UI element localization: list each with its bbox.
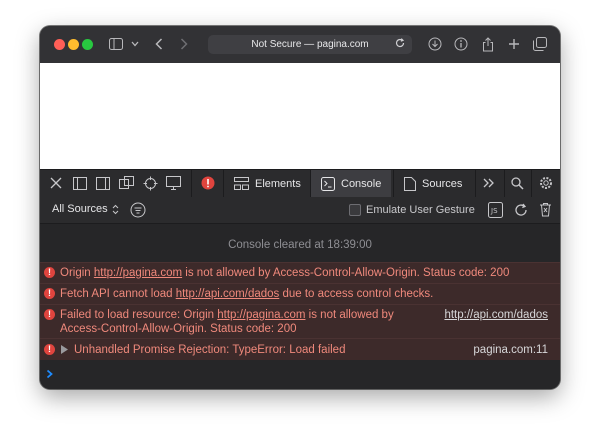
tab-elements-label: Elements (255, 177, 301, 190)
sources-filter-label: All Sources (52, 203, 108, 215)
forward-icon[interactable] (177, 35, 191, 53)
javascript-icon[interactable]: JS (488, 202, 503, 223)
console-error-row[interactable]: ! Failed to load resource: Origin http:/… (40, 304, 560, 338)
browser-toolbar: Not Secure — pagina.com (40, 26, 560, 63)
tab-console-label: Console (341, 177, 382, 190)
error-count-icon[interactable] (200, 174, 216, 192)
sources-icon (404, 176, 416, 191)
close-devtools-icon[interactable] (48, 174, 64, 192)
console-output: Console cleared at 18:39:00 ! Origin htt… (40, 224, 560, 389)
emulate-checkbox[interactable] (349, 204, 361, 216)
new-tab-icon[interactable] (506, 35, 522, 53)
updown-chevron-icon (112, 204, 118, 214)
console-message-text: Fetch API cannot load http://api.com/dad… (60, 288, 434, 300)
info-icon[interactable] (453, 35, 469, 53)
more-tabs-icon[interactable] (481, 174, 497, 192)
console-message-text: Failed to load resource: Origin http://p… (60, 309, 394, 335)
minimize-window-button[interactable] (68, 39, 79, 50)
trash-icon[interactable] (539, 202, 552, 222)
error-icon: ! (44, 344, 55, 355)
console-error-row[interactable]: ! Unhandled Promise Rejection: TypeError… (40, 338, 560, 360)
address-text: Not Secure — pagina.com (251, 39, 369, 50)
console-source-link[interactable]: http://api.com/dados (444, 308, 548, 322)
sidebar-icon[interactable] (108, 35, 124, 53)
console-subbar: All Sources Emulate User Gesture JS (40, 197, 560, 224)
console-message-text: Origin http://pagina.com is not allowed … (60, 267, 510, 279)
tab-overview-icon[interactable] (532, 35, 548, 53)
console-icon (321, 176, 335, 191)
tab-console[interactable]: Console (311, 170, 392, 197)
console-link[interactable]: http://pagina.com (217, 309, 305, 321)
console-source-location[interactable]: pagina.com:11 (473, 343, 548, 357)
console-prompt[interactable] (46, 368, 54, 382)
console-message-text: Unhandled Promise Rejection: TypeError: … (74, 344, 346, 356)
console-link[interactable]: http://pagina.com (94, 267, 182, 279)
tab-sources[interactable]: Sources (394, 170, 472, 197)
close-window-button[interactable] (54, 39, 65, 50)
dock-left-icon[interactable] (72, 174, 88, 192)
chevron-down-icon[interactable] (130, 35, 140, 53)
search-icon[interactable] (509, 174, 525, 192)
share-icon[interactable] (480, 35, 496, 53)
tab-elements[interactable]: Elements (224, 170, 311, 197)
address-bar[interactable]: Not Secure — pagina.com (208, 35, 412, 54)
console-error-row[interactable]: ! Fetch API cannot load http://api.com/d… (40, 283, 560, 304)
dock-right-icon[interactable] (95, 174, 111, 192)
disclosure-triangle-icon[interactable] (61, 344, 68, 358)
undock-icon[interactable] (118, 174, 134, 192)
reload-icon[interactable] (394, 37, 406, 52)
elements-icon (234, 177, 249, 190)
emulate-label: Emulate User Gesture (366, 204, 475, 216)
prompt-chevron-icon (46, 369, 53, 379)
svg-text:JS: JS (490, 207, 498, 215)
emulate-user-gesture-toggle[interactable]: Emulate User Gesture (349, 204, 475, 216)
back-icon[interactable] (152, 35, 166, 53)
filter-icon[interactable] (130, 202, 146, 223)
devtools-tabbar: Elements Console Sources (40, 169, 560, 198)
downloads-icon[interactable] (427, 35, 443, 53)
sources-filter-select[interactable]: All Sources (52, 203, 119, 215)
error-icon: ! (44, 309, 55, 320)
zoom-window-button[interactable] (82, 39, 93, 50)
refresh-icon[interactable] (513, 202, 529, 223)
console-error-row[interactable]: ! Origin http://pagina.com is not allowe… (40, 262, 560, 283)
error-icon: ! (44, 288, 55, 299)
crosshair-icon[interactable] (142, 174, 158, 192)
tab-sources-label: Sources (422, 177, 463, 190)
browser-window: Not Secure — pagina.com Elements Console… (40, 26, 560, 389)
console-link[interactable]: http://api.com/dados (176, 288, 280, 300)
console-cleared-message: Console cleared at 18:39:00 (228, 239, 372, 251)
error-icon: ! (44, 267, 55, 278)
device-icon[interactable] (165, 174, 181, 192)
gear-icon[interactable] (538, 174, 554, 192)
